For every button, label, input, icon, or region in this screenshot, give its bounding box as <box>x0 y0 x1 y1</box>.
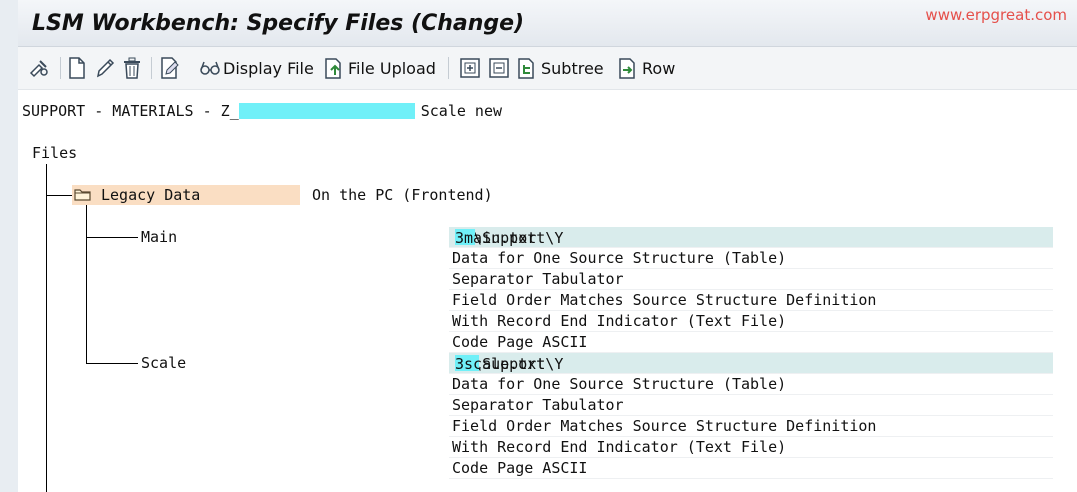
collapse-icon[interactable] <box>488 56 510 80</box>
toolbar-separator <box>60 57 61 79</box>
watermark-text: www.erpgreat.com <box>925 6 1067 24</box>
detail-row: Field Order Matches Source Structure Def… <box>449 416 1053 437</box>
project-header: SUPPORT - MATERIALS - Z_ Scale new <box>22 102 502 120</box>
file-upload-icon <box>324 57 346 79</box>
file-name-main: Main <box>141 228 178 246</box>
file-path-row[interactable]: C:\Support\Y 3main.txt <box>449 227 1053 248</box>
tree-node-main[interactable]: Main <box>138 227 440 247</box>
edit-document-icon[interactable] <box>160 56 182 80</box>
detail-text: Field Order Matches Source Structure Def… <box>452 291 877 309</box>
redacted-block <box>238 103 415 119</box>
toolbar-separator <box>151 57 152 79</box>
toolbar-separator <box>448 57 449 79</box>
project-header-suffix: Scale new <box>420 102 503 120</box>
detail-text: Code Page ASCII <box>452 333 588 351</box>
legacy-data-label: Legacy Data <box>101 186 201 204</box>
detail-text: Data for One Source Structure (Table) <box>452 375 787 393</box>
left-window-border <box>0 0 18 492</box>
file-upload-button[interactable]: File Upload <box>324 56 436 80</box>
detail-row: Data for One Source Structure (Table) <box>449 374 1053 395</box>
project-header-prefix: SUPPORT - MATERIALS - Z_ <box>22 102 239 120</box>
detail-text: Field Order Matches Source Structure Def… <box>452 417 877 435</box>
detail-text: Code Page ASCII <box>452 459 588 477</box>
tree-line-main <box>86 237 142 238</box>
tree-root-files[interactable]: Files <box>32 144 77 162</box>
detail-text: Separator Tabulator <box>452 270 624 288</box>
delete-trash-icon[interactable] <box>121 56 143 80</box>
subtree-label: Subtree <box>541 58 604 78</box>
row-label: Row <box>642 58 676 78</box>
detail-row: Field Order Matches Source Structure Def… <box>449 290 1053 311</box>
detail-text: Data for One Source Structure (Table) <box>452 249 787 267</box>
application-toolbar: Display File File Upload Subtree Row <box>18 47 1077 90</box>
detail-row: With Record End Indicator (Text File) <box>449 437 1053 458</box>
file-upload-label: File Upload <box>348 58 436 78</box>
file-path-suffix: 3scale.txt <box>455 355 546 373</box>
page-title: LSM Workbench: Specify Files (Change) <box>32 11 525 36</box>
glasses-icon <box>199 58 221 78</box>
tree-line-legacy <box>46 195 72 196</box>
row-button[interactable]: Row <box>618 56 675 80</box>
file-path-suffix: 3main.txt <box>455 229 537 247</box>
edit-pencil-icon[interactable] <box>94 56 116 80</box>
detail-text: With Record End Indicator (Text File) <box>452 438 787 456</box>
tree-line-legacy-children <box>86 205 87 363</box>
file-name-scale: Scale <box>141 354 187 372</box>
detail-text: With Record End Indicator (Text File) <box>452 312 787 330</box>
toggle-display-change-icon[interactable] <box>28 56 50 80</box>
detail-row: Code Page ASCII <box>449 332 1053 353</box>
subtree-button[interactable]: Subtree <box>517 56 604 80</box>
display-file-button[interactable]: Display File <box>199 56 314 80</box>
detail-row: Separator Tabulator <box>449 395 1053 416</box>
subtree-icon <box>517 57 539 79</box>
tree-node-scale[interactable]: Scale <box>138 353 440 373</box>
detail-row: Data for One Source Structure (Table) <box>449 248 1053 269</box>
folder-icon <box>74 187 92 206</box>
row-icon <box>618 57 640 79</box>
new-file-icon[interactable] <box>68 56 86 80</box>
file-path-row[interactable]: C:\Support\Y 3scale.txt <box>449 353 1053 374</box>
legacy-data-location: On the PC (Frontend) <box>312 186 493 204</box>
title-bar: LSM Workbench: Specify Files (Change) ww… <box>18 0 1077 47</box>
detail-row: Separator Tabulator <box>449 269 1053 290</box>
display-file-label: Display File <box>223 58 314 78</box>
detail-text: Separator Tabulator <box>452 396 624 414</box>
detail-row: With Record End Indicator (Text File) <box>449 311 1053 332</box>
tree-node-legacy-data[interactable]: Legacy Data <box>72 185 300 205</box>
tree-line-root <box>46 164 47 492</box>
tree-line-scale <box>86 363 142 364</box>
detail-row: Code Page ASCII <box>449 458 1053 479</box>
expand-icon[interactable] <box>459 56 481 80</box>
